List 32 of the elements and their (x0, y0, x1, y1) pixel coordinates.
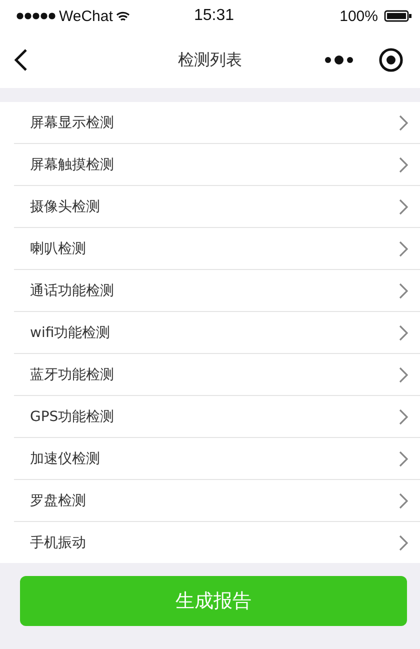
chevron-icon (399, 324, 408, 340)
close-button[interactable] (378, 47, 404, 73)
chevron-icon (399, 492, 408, 508)
clock-time: 15:31 (194, 7, 234, 24)
chevron-icon (399, 240, 408, 256)
carrier-name: WeChat (59, 8, 113, 24)
list-item[interactable]: 屏幕触摸检测 (14, 144, 420, 186)
chevron-icon (399, 156, 408, 172)
chevron-icon (399, 408, 408, 424)
list-item[interactable]: 通话功能检测 (14, 270, 420, 312)
more-button[interactable] (324, 55, 354, 65)
chevron-icon (399, 450, 408, 466)
list-item[interactable]: 摄像头检测 (14, 186, 420, 228)
list-item[interactable]: 屏幕显示检测 (14, 102, 420, 144)
chevron-icon (399, 534, 408, 550)
list-item[interactable]: 蓝牙功能检测 (14, 354, 420, 396)
chevron-icon (399, 114, 408, 130)
list-item[interactable]: 加速仪检测 (14, 438, 420, 480)
list-item[interactable]: 手机振动 (14, 522, 420, 563)
battery-icon (384, 10, 412, 22)
battery-percent: 100% (340, 8, 378, 24)
list-item[interactable]: 罗盘检测 (14, 480, 420, 522)
list-item[interactable]: 喇叭检测 (14, 228, 420, 270)
list-item[interactable]: GPS功能检测 (14, 396, 420, 438)
chevron-icon (399, 366, 408, 382)
list-item[interactable]: wifi功能检测 (14, 312, 420, 354)
wifi-icon (116, 10, 130, 22)
back-button[interactable] (14, 48, 28, 72)
chevron-icon (399, 198, 408, 214)
signal-icon (16, 12, 56, 20)
page-title: 检测列表 (178, 50, 242, 68)
chevron-icon (399, 282, 408, 298)
